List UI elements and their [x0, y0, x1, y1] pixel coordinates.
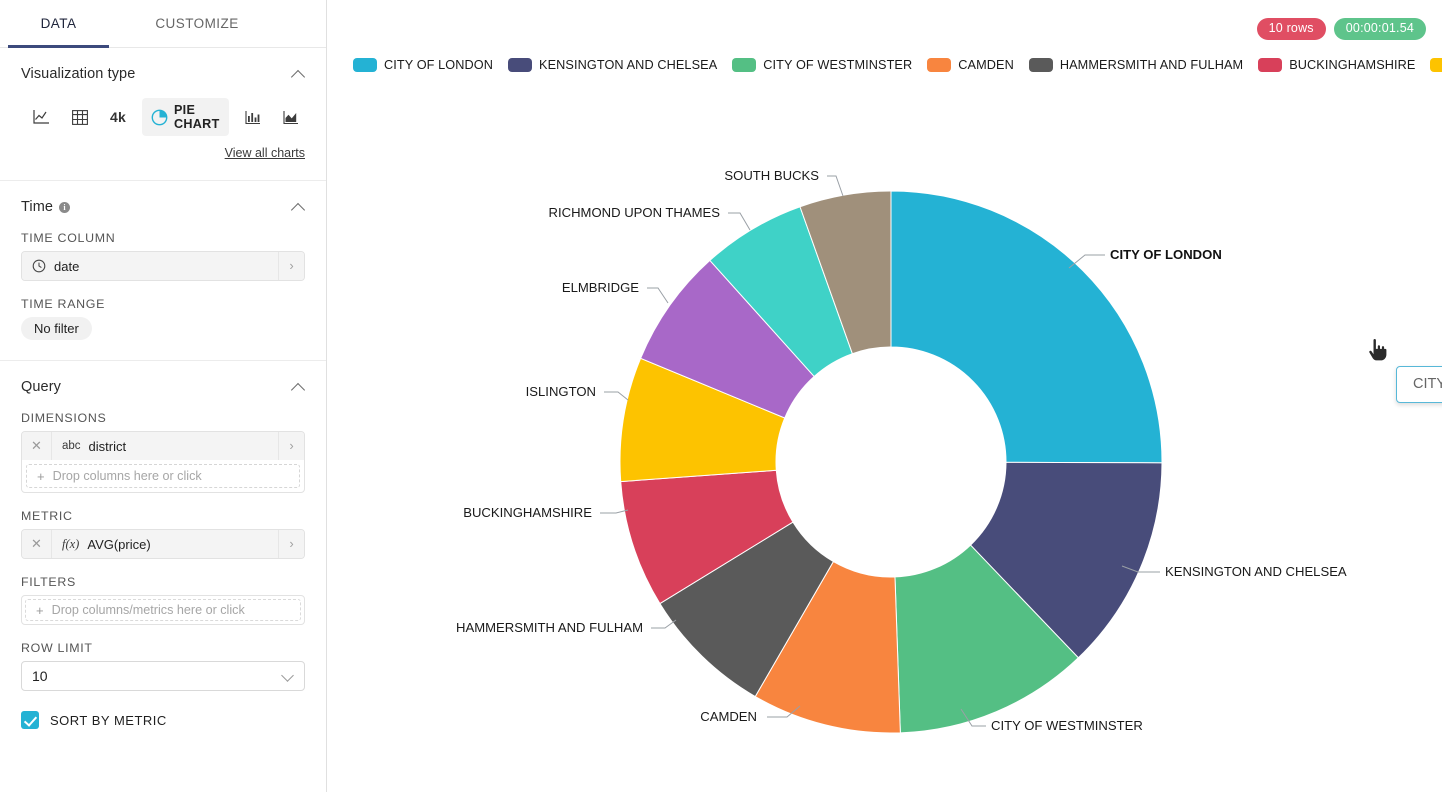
time-range-value[interactable]: No filter: [21, 317, 92, 340]
row-limit-value: 10: [32, 668, 48, 684]
metric-type-label: f(x): [62, 536, 80, 551]
section-query: Query DIMENSIONS ✕ abc district › + Drop…: [0, 361, 326, 749]
pie-slice-label: BUCKINGHAMSHIRE: [463, 505, 592, 520]
pie-chart-icon: [151, 109, 168, 126]
time-range-label: TIME RANGE: [21, 297, 106, 311]
donut-chart-svg: CITY OF LONDON KENSINGTON AND CHELSEA CITY…: [456, 168, 1347, 734]
time-column-value: date: [54, 258, 80, 274]
pie-slice-label: HAMMERSMITH AND FULHAM: [456, 620, 643, 635]
section-visualization-type: Visualization type 4k PIE CHART View all…: [0, 48, 326, 181]
chevron-up-icon[interactable]: [292, 201, 305, 214]
row-count-badge: 10 rows: [1256, 18, 1326, 40]
info-icon[interactable]: i: [59, 201, 71, 213]
query-title: Query: [21, 379, 61, 395]
visualization-type-title: Visualization type: [21, 66, 136, 82]
viz-option-pie-chart-label: PIE CHART: [173, 103, 220, 131]
pie-slice[interactable]: [890, 190, 1163, 464]
viz-option-bar-chart[interactable]: [239, 106, 267, 129]
pie-slice-label: ISLINGTON: [526, 384, 596, 399]
time-column-pill[interactable]: date ›: [22, 252, 304, 280]
time-column-label: TIME COLUMN: [21, 231, 116, 245]
viz-option-line-chart[interactable]: [27, 105, 56, 129]
sort-by-metric-checkbox[interactable]: [21, 711, 39, 729]
area-chart-icon: [283, 110, 299, 125]
chart-tooltip-text: CITY OF LONDON: 2M (25.05%): [1413, 376, 1442, 392]
viz-option-area-chart[interactable]: [277, 106, 305, 129]
dimension-pill-district[interactable]: ✕ abc district ›: [22, 432, 304, 460]
filters-control: + Drop columns/metrics here or click: [21, 595, 305, 625]
pie-slice-label: CITY OF WESTMINSTER: [991, 718, 1143, 733]
time-header: Time i: [21, 199, 305, 215]
pie-slice-label: CITY OF LONDON: [1110, 247, 1222, 262]
dimension-name: district: [88, 438, 127, 454]
control-panel-sidebar: DATA CUSTOMIZE Visualization type 4k PIE…: [0, 0, 327, 792]
bar-chart-icon: [245, 110, 261, 125]
viz-option-table[interactable]: [66, 106, 94, 129]
view-all-charts-link[interactable]: View all charts: [21, 146, 305, 160]
row-limit-label: ROW LIMIT: [21, 641, 93, 655]
close-icon[interactable]: ✕: [22, 530, 52, 558]
big-number-icon: 4k: [110, 109, 126, 125]
chevron-right-icon[interactable]: ›: [278, 252, 304, 280]
chevron-up-icon[interactable]: [292, 381, 305, 394]
chart-panel: 10 rows 00:00:01.54 CITY OF LONDON KENSIN…: [327, 0, 1442, 792]
dimensions-control: ✕ abc district › + Drop columns here or …: [21, 431, 305, 493]
view-all-charts-label: View all charts: [224, 146, 305, 160]
section-time: Time i TIME COLUMN date › TIME RANGE No …: [0, 181, 326, 361]
metric-name: AVG(price): [87, 536, 151, 552]
query-header: Query: [21, 379, 305, 395]
pie-label-leader-line: [600, 509, 629, 514]
tab-customize[interactable]: CUSTOMIZE: [117, 0, 277, 47]
time-title: Time i: [21, 199, 71, 215]
metric-pill-avg-price[interactable]: ✕ f(x) AVG(price) ›: [22, 530, 304, 558]
table-icon: [72, 109, 88, 125]
dimensions-dropzone[interactable]: + Drop columns here or click: [26, 464, 300, 488]
visualization-type-options: 4k PIE CHART: [21, 98, 305, 136]
pie-slice-label: KENSINGTON AND CHELSEA: [1165, 564, 1347, 579]
pie-label-leader-line: [647, 287, 669, 304]
visualization-type-header: Visualization type: [21, 66, 305, 82]
donut-chart: CITY OF LONDON KENSINGTON AND CHELSEA CITY…: [327, 0, 1442, 792]
pie-label-leader-line: [604, 391, 629, 401]
sort-by-metric-label: SORT BY METRIC: [50, 712, 167, 728]
viz-option-pie-chart[interactable]: PIE CHART: [141, 98, 229, 136]
metric-control: ✕ f(x) AVG(price) ›: [21, 529, 305, 559]
filters-label: FILTERS: [21, 575, 76, 589]
viz-option-big-number[interactable]: 4k: [104, 105, 132, 129]
line-chart-icon: [33, 109, 50, 125]
filters-placeholder: Drop columns/metrics here or click: [51, 603, 245, 617]
panel-tabs: DATA CUSTOMIZE: [0, 0, 326, 48]
status-badges: 10 rows 00:00:01.54: [1256, 18, 1426, 40]
pie-label-leader-line: [728, 212, 751, 231]
pie-slice-label: ELMBRIDGE: [562, 280, 639, 295]
metric-label: METRIC: [21, 509, 73, 523]
close-icon[interactable]: ✕: [22, 432, 52, 460]
query-duration-badge: 00:00:01.54: [1333, 18, 1426, 40]
filters-dropzone[interactable]: + Drop columns/metrics here or click: [25, 599, 301, 621]
chart-tooltip: CITY OF LONDON: 2M (25.05%): [1396, 366, 1442, 403]
dimensions-label: DIMENSIONS: [21, 411, 107, 425]
pie-slice-label: CAMDEN: [700, 709, 757, 724]
clock-icon: [22, 259, 46, 273]
chevron-right-icon[interactable]: ›: [278, 530, 304, 558]
plus-icon: +: [37, 468, 45, 484]
time-column-control[interactable]: date ›: [21, 251, 305, 281]
tab-data[interactable]: DATA: [0, 0, 117, 48]
dimensions-placeholder: Drop columns here or click: [52, 469, 202, 483]
tab-data-label: DATA: [40, 16, 77, 31]
chevron-up-icon[interactable]: [292, 68, 305, 81]
sort-by-metric-row[interactable]: SORT BY METRIC: [21, 711, 305, 729]
row-limit-select[interactable]: 10: [21, 661, 305, 691]
pie-slice-label: RICHMOND UPON THAMES: [549, 205, 721, 220]
dimension-type-label: abc: [62, 440, 81, 452]
chevron-right-icon[interactable]: ›: [278, 432, 304, 460]
tab-customize-label: CUSTOMIZE: [155, 16, 239, 31]
pie-label-leader-line: [827, 175, 844, 197]
time-title-label: Time: [21, 199, 54, 215]
plus-icon: +: [36, 602, 44, 618]
pointing-hand-cursor: [1367, 338, 1387, 362]
pie-slice-label: SOUTH BUCKS: [724, 168, 819, 183]
chevron-down-icon: [283, 671, 294, 682]
